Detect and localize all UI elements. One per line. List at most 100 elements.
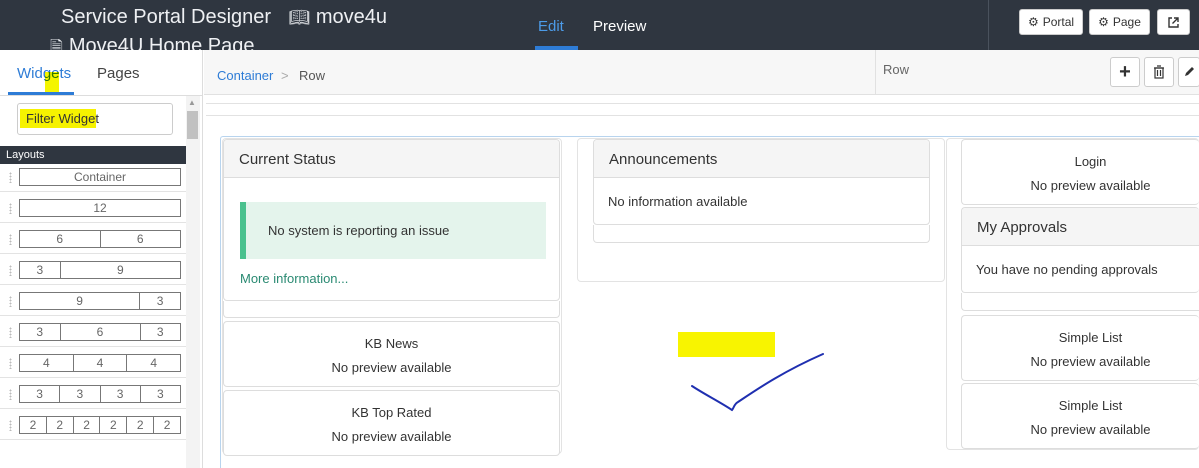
layout-item[interactable]: 3333 <box>0 381 186 409</box>
page-name-text: Move4U Home Page <box>68 35 255 50</box>
login-title: Login <box>1074 154 1107 169</box>
layout-preview: Container <box>19 168 181 186</box>
gear-icon: ⚙︎ <box>1027 15 1039 29</box>
layout-column: 4 <box>74 355 128 371</box>
layouts-header: Layouts <box>0 146 186 164</box>
highlight-mark <box>45 72 59 92</box>
breadcrumb-container[interactable]: Container <box>217 68 273 83</box>
checkmark-annotation <box>691 353 824 412</box>
layout-item[interactable]: Container <box>0 164 186 192</box>
drag-handle-icon[interactable] <box>9 420 12 431</box>
page-button-label: Page <box>1112 15 1141 29</box>
login-widget[interactable]: Login No preview available <box>961 139 1199 205</box>
empty-widget-slot[interactable] <box>593 225 930 243</box>
top-divider <box>988 0 989 50</box>
portal-button[interactable]: ⚙︎ Portal <box>1019 9 1083 35</box>
scrollbar-thumb[interactable] <box>187 111 198 139</box>
layout-column: 2 <box>20 417 47 433</box>
my-approvals-title: My Approvals <box>962 208 1199 246</box>
layout-item[interactable]: 39 <box>0 257 186 285</box>
drag-handle-icon[interactable] <box>9 172 12 183</box>
announcements-text: No information available <box>608 194 748 209</box>
layout-item[interactable]: 93 <box>0 288 186 316</box>
simple-list-title: Simple List <box>1058 398 1123 413</box>
layout-column: 6 <box>136 232 144 246</box>
layout-column: 4 <box>150 356 158 370</box>
drag-handle-icon[interactable] <box>9 327 12 338</box>
layout-column: 9 <box>117 263 124 277</box>
tab-edit[interactable]: Edit <box>538 18 564 35</box>
simple-list-widget[interactable]: Simple List No preview available <box>961 383 1199 449</box>
layout-column: 2 <box>163 418 171 432</box>
selected-element-label: Row <box>883 62 910 77</box>
drag-handle-icon[interactable] <box>9 265 12 276</box>
open-external-button[interactable] <box>1157 9 1190 35</box>
layout-column: 3 <box>156 325 164 339</box>
layout-column: 3 <box>20 262 61 278</box>
app-title: Service Portal Designer 📖︎ move4u <box>61 6 387 29</box>
drag-handle-icon[interactable] <box>9 358 12 369</box>
empty-widget-slot[interactable] <box>223 301 560 318</box>
breadcrumb-row: Row <box>299 68 326 83</box>
toolbar-divider <box>875 50 876 95</box>
external-link-icon <box>1168 16 1179 28</box>
breadcrumb-separator: > <box>281 68 289 83</box>
layout-item[interactable]: 363 <box>0 319 186 347</box>
announcements-widget[interactable]: Announcements No information available <box>593 139 930 225</box>
layout-preview: 93 <box>19 292 181 310</box>
drag-handle-icon[interactable] <box>9 203 12 214</box>
layout-preview: 222222 <box>19 416 181 434</box>
kb-top-rated-widget[interactable]: KB Top Rated No preview available <box>223 390 560 456</box>
empty-widget-slot[interactable] <box>961 293 1199 311</box>
tab-pages[interactable]: Pages <box>97 65 140 82</box>
layout-item[interactable]: 66 <box>0 226 186 254</box>
page-name[interactable]: 🗎︎ Move4U Home Page <box>50 35 255 50</box>
layout-column: 2 <box>47 417 74 433</box>
layout-column: 4 <box>20 355 74 371</box>
document-icon: 🗎︎ <box>50 39 63 50</box>
kb-news-preview: No preview available <box>331 360 452 375</box>
panel-scrollbar[interactable] <box>186 96 200 468</box>
delete-button[interactable] <box>1144 57 1174 87</box>
layout-preview: 66 <box>19 230 181 248</box>
book-icon: 📖︎ <box>288 8 311 27</box>
drag-handle-icon[interactable] <box>9 234 12 245</box>
add-button[interactable]: + <box>1110 57 1140 87</box>
edit-button[interactable] <box>1178 57 1199 87</box>
simple-list-title: Simple List <box>1058 330 1123 345</box>
status-alert: No system is reporting an issue <box>240 202 546 259</box>
simple-list-widget[interactable]: Simple List No preview available <box>961 315 1199 381</box>
drag-handle-icon[interactable] <box>9 296 12 307</box>
layout-column: 6 <box>61 324 141 340</box>
trash-icon <box>1154 65 1164 79</box>
scroll-up-arrow[interactable]: ▲ <box>188 98 196 107</box>
layout-column: 6 <box>20 231 101 247</box>
layout-item[interactable]: 444 <box>0 350 186 378</box>
current-status-widget[interactable]: Current Status No system is reporting an… <box>223 139 560 301</box>
tab-preview[interactable]: Preview <box>593 18 646 35</box>
panel-tabs: Widgets Pages <box>0 50 203 96</box>
layout-item[interactable]: 12 <box>0 195 186 223</box>
layout-preview: 39 <box>19 261 181 279</box>
my-approvals-widget[interactable]: My Approvals You have no pending approva… <box>961 207 1199 293</box>
kb-news-widget[interactable]: KB News No preview available <box>223 321 560 387</box>
empty-row[interactable] <box>206 103 1199 116</box>
simple-list-preview: No preview available <box>1030 422 1151 437</box>
layout-preview: 12 <box>19 199 181 217</box>
page-button[interactable]: ⚙︎ Page <box>1089 9 1150 35</box>
portal-button-label: Portal <box>1042 15 1075 29</box>
layout-column: 3 <box>20 386 61 402</box>
drag-handle-icon[interactable] <box>9 389 12 400</box>
kb-news-title: KB News <box>364 336 419 351</box>
portal-name[interactable]: move4u <box>316 6 387 28</box>
layout-item[interactable]: 222222 <box>0 412 186 440</box>
pencil-icon <box>1185 67 1194 76</box>
filter-widget-input[interactable]: Filter Widget <box>17 103 173 135</box>
more-information-link[interactable]: More information... <box>240 271 348 286</box>
tab-widgets-underline <box>8 92 74 95</box>
layout-column: 2 <box>74 417 101 433</box>
status-alert-text: No system is reporting an issue <box>268 223 450 238</box>
layout-preview: 3333 <box>19 385 181 403</box>
layout-column: 3 <box>157 387 164 401</box>
layout-column: 3 <box>101 386 141 402</box>
